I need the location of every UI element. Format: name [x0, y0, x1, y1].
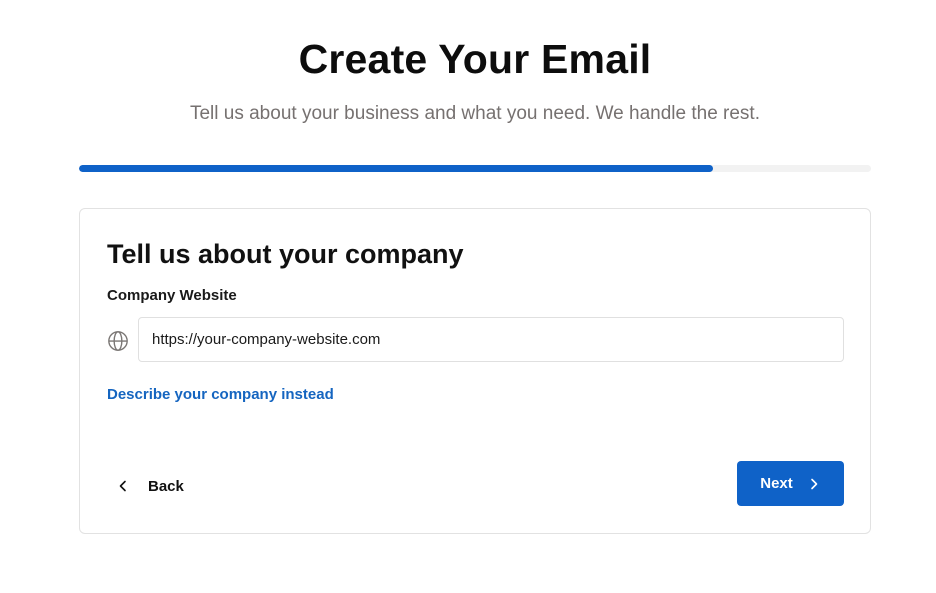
- chevron-left-icon: [116, 479, 130, 493]
- progress-bar: [79, 165, 871, 172]
- page: Create Your Email Tell us about your bus…: [0, 0, 936, 593]
- back-button-label: Back: [148, 477, 184, 495]
- form-heading: Tell us about your company: [107, 239, 464, 269]
- next-button-label: Next: [760, 475, 793, 492]
- back-button[interactable]: Back: [116, 467, 184, 505]
- next-button[interactable]: Next: [737, 461, 844, 506]
- globe-icon: [107, 330, 129, 352]
- chevron-right-icon: [807, 477, 821, 491]
- describe-company-link[interactable]: Describe your company instead: [107, 386, 334, 403]
- page-subtitle: Tell us about your business and what you…: [189, 103, 760, 124]
- company-website-input[interactable]: [138, 317, 844, 362]
- company-form-card: Tell us about your company Company Websi…: [79, 208, 871, 534]
- progress-bar-fill: [79, 165, 713, 172]
- company-website-label: Company Website: [107, 287, 237, 304]
- page-title: Create Your Email: [298, 36, 652, 82]
